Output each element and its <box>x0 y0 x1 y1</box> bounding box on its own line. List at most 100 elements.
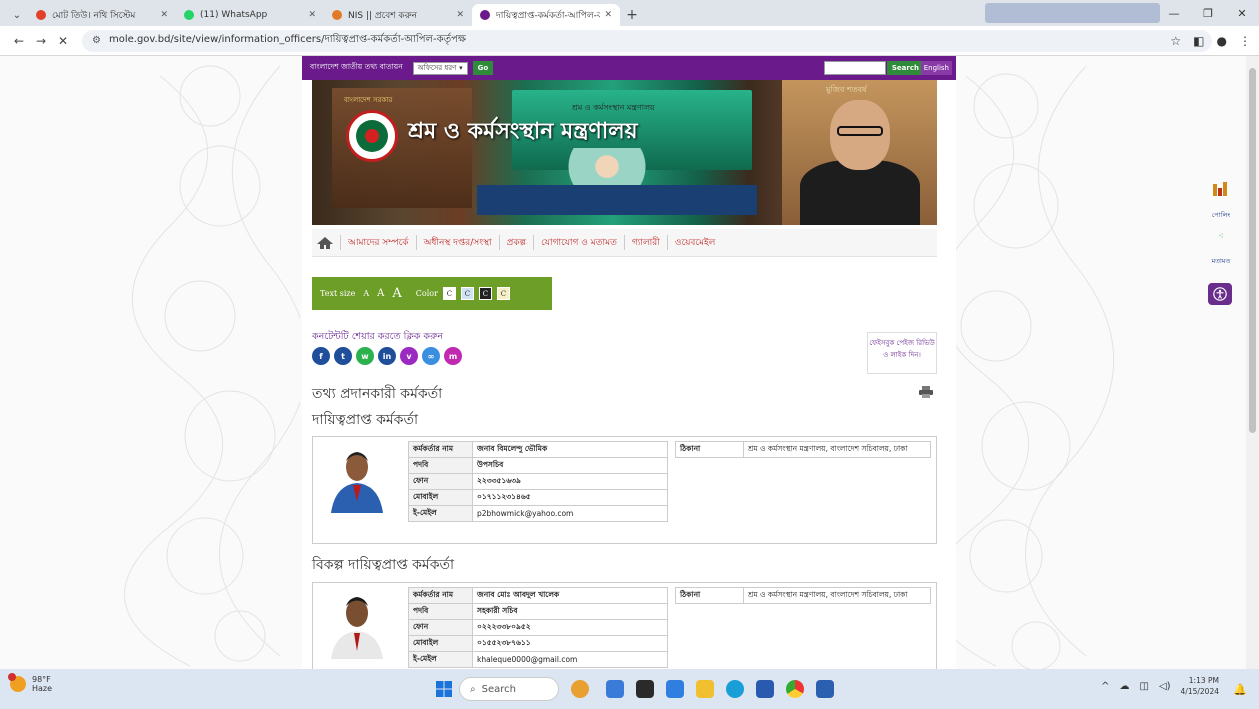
edge-browser-icon[interactable] <box>726 680 744 698</box>
viber-share-icon[interactable]: v <box>400 347 418 365</box>
text-size-small-button[interactable]: A <box>363 289 369 298</box>
close-window-icon[interactable]: ✕ <box>1225 7 1259 20</box>
banner-table-image <box>477 185 757 215</box>
close-tab-icon[interactable]: ✕ <box>308 10 316 20</box>
nav-gallery[interactable]: গ্যালারী <box>623 235 667 250</box>
network-icon[interactable]: ☁ <box>1119 681 1129 692</box>
restore-icon[interactable]: ❐ <box>1191 7 1225 20</box>
portrait-label: মুজিব শতবর্ষ <box>826 85 867 94</box>
word-app-icon[interactable] <box>816 680 834 698</box>
officer-info-table: কর্মকর্তার নাম জনাব বিমলেন্দু ভৌমিক পদবি উ… <box>408 441 668 522</box>
accessibility-icon[interactable] <box>1208 283 1232 305</box>
calculator-app-icon[interactable] <box>756 680 774 698</box>
site-search-input[interactable] <box>824 61 886 75</box>
feedback-label[interactable]: মতামত <box>1196 256 1246 267</box>
twitter-share-icon[interactable]: t <box>334 347 352 365</box>
text-size-large-button[interactable]: A <box>392 286 401 301</box>
volume-icon[interactable]: ◁) <box>1159 681 1171 692</box>
messenger-share-icon[interactable]: m <box>444 347 462 365</box>
color-option-black[interactable]: C <box>478 287 492 300</box>
browser-tab-2[interactable]: (11) WhatsApp ✕ <box>176 4 324 26</box>
poll-chart-icon[interactable] <box>1212 180 1228 196</box>
nav-projects[interactable]: প্রকল্প <box>498 235 533 250</box>
nav-subordinate-offices[interactable]: অধীনস্থ দপ্তর/সংস্থা <box>415 235 499 250</box>
forward-arrow-icon[interactable]: → <box>30 34 52 48</box>
poll-label[interactable]: পোলিং <box>1196 210 1246 221</box>
facebook-review-box[interactable]: ফেইসবুক পেইজ রিভিউ ও লাইক দিন। <box>867 332 937 374</box>
menu-kebab-icon[interactable]: ⋮ <box>1239 34 1251 48</box>
mobile-key: মোবাইল <box>408 489 473 506</box>
windows-start-icon[interactable] <box>436 681 452 697</box>
notification-bell-icon[interactable]: 🔔 <box>1233 683 1247 696</box>
browser-tab-1[interactable]: মোট তিউ। নথি সিস্টেম ✕ <box>28 4 176 26</box>
profile-avatar-icon[interactable]: ● <box>1217 34 1227 48</box>
chrome-browser-icon[interactable] <box>786 680 804 698</box>
browser-tab-3[interactable]: NIS || প্রবেশ করুন ✕ <box>324 4 472 26</box>
email-value[interactable]: p2bhowmick@yahoo.com <box>472 505 668 522</box>
store-app-icon[interactable] <box>666 680 684 698</box>
close-tab-icon[interactable]: ✕ <box>456 10 464 20</box>
bookmark-star-icon[interactable]: ☆ <box>1170 34 1181 48</box>
whatsapp-share-icon[interactable]: w <box>356 347 374 365</box>
address-value: শ্রম ও কর্মসংস্থান মন্ত্রণালয়, বাংলাদেশ… <box>743 587 931 604</box>
windows-taskbar: 98°F Haze ⌕ Search ^ ☁ ◫ ◁) 1:13 PM 4/15… <box>0 669 1259 709</box>
browser-tab-active[interactable]: দায়িত্বপ্রাপ্ত-কর্মকর্তা-আপিল-ক ✕ <box>472 4 620 26</box>
text-size-medium-button[interactable]: A <box>377 288 384 299</box>
page-scrollbar[interactable] <box>1246 56 1259 669</box>
address-key: ঠিকানা <box>675 441 744 458</box>
site-info-icon[interactable]: ⚙ <box>92 35 101 46</box>
alt-officer-photo <box>327 589 387 659</box>
facebook-share-icon[interactable]: f <box>312 347 330 365</box>
email-value[interactable]: khaleque0000@gmail.com <box>472 651 668 668</box>
office-type-select[interactable]: অফিসের ধরণ ▾ <box>412 61 468 75</box>
tab-search-icon[interactable]: ⌄ <box>6 4 28 26</box>
home-icon[interactable] <box>316 236 334 250</box>
nav-contact-feedback[interactable]: যোগাযোগ ও মতামত <box>533 235 624 250</box>
color-label: Color <box>415 289 438 298</box>
tray-overflow-icon[interactable]: ^ <box>1101 681 1109 692</box>
go-button[interactable]: Go <box>472 61 494 75</box>
stop-loading-icon[interactable]: ✕ <box>52 34 74 48</box>
teams-app-icon[interactable] <box>606 680 624 698</box>
alt-officer-info-table: কর্মকর্তার নাম জনাব মোঃ আবদুল খালেক পদবি স… <box>408 587 668 668</box>
color-option-white[interactable]: C <box>442 287 456 300</box>
portal-label[interactable]: বাংলাদেশ জাতীয় তথ্য বাতায়ন <box>310 62 403 74</box>
url-field[interactable]: ⚙ mole.gov.bd/site/view/information_offi… <box>82 29 1212 52</box>
alt-officer-card: কর্মকর্তার নাম জনাব মোঃ আবদুল খালেক পদবি স… <box>312 582 937 669</box>
taskbar-search-box[interactable]: ⌕ Search <box>459 677 559 701</box>
widgets-app-icon[interactable] <box>571 680 589 698</box>
task-view-icon[interactable] <box>636 680 654 698</box>
new-tab-button[interactable]: + <box>620 4 644 26</box>
taskbar-search-placeholder: Search <box>481 683 516 695</box>
close-tab-icon[interactable]: ✕ <box>604 10 612 20</box>
print-icon[interactable] <box>919 386 933 398</box>
page-title: তথ্য প্রদানকারী কর্মকর্তা <box>312 386 443 402</box>
linkedin-share-icon[interactable]: in <box>378 347 396 365</box>
scrollbar-thumb[interactable] <box>1249 68 1256 433</box>
english-button[interactable]: English <box>920 61 952 75</box>
wifi-icon[interactable]: ◫ <box>1139 681 1148 692</box>
sidepanel-icon[interactable]: ◧ <box>1193 34 1204 48</box>
clock-date: 4/15/2024 <box>1180 687 1219 696</box>
phone-value: ০২২২৩৩৮০৯৫২ <box>472 619 668 636</box>
share-label: কনটেন্টটি শেয়ার করতে ক্লিক করুন <box>312 331 444 342</box>
weather-widget[interactable]: 98°F Haze <box>8 673 52 693</box>
officer-address-table: ঠিকানা শ্রম ও কর্মসংস্থান মন্ত্রণালয়, বা… <box>675 441 931 458</box>
name-value: জনাব বিমলেন্দু ভৌমিক <box>472 441 668 458</box>
file-explorer-icon[interactable] <box>696 680 714 698</box>
close-tab-icon[interactable]: ✕ <box>160 10 168 20</box>
back-arrow-icon[interactable]: ← <box>8 34 30 48</box>
nav-about[interactable]: আমাদের সম্পর্কে <box>340 235 416 250</box>
email-key: ই-মেইল <box>408 505 473 522</box>
portal-top-strip: বাংলাদেশ জাতীয় তথ্য বাতায়ন অফিসের ধরণ … <box>302 56 956 80</box>
minimize-icon[interactable]: — <box>1157 7 1191 20</box>
nav-webmail[interactable]: ওয়েবমেইল <box>666 235 723 250</box>
color-option-blue[interactable]: C <box>460 287 474 300</box>
feedback-icon[interactable]: ⁖ <box>1196 232 1246 242</box>
window-controls: — ❐ ✕ <box>1157 0 1259 26</box>
clock[interactable]: 1:13 PM 4/15/2024 <box>1181 675 1219 697</box>
site-search-button[interactable]: Search <box>886 61 924 75</box>
copy-link-share-icon[interactable]: ∞ <box>422 347 440 365</box>
banner-title: শ্রম ও কর্মসংস্থান মন্ত্রণালয় <box>408 119 638 144</box>
color-option-yellow[interactable]: C <box>496 287 510 300</box>
